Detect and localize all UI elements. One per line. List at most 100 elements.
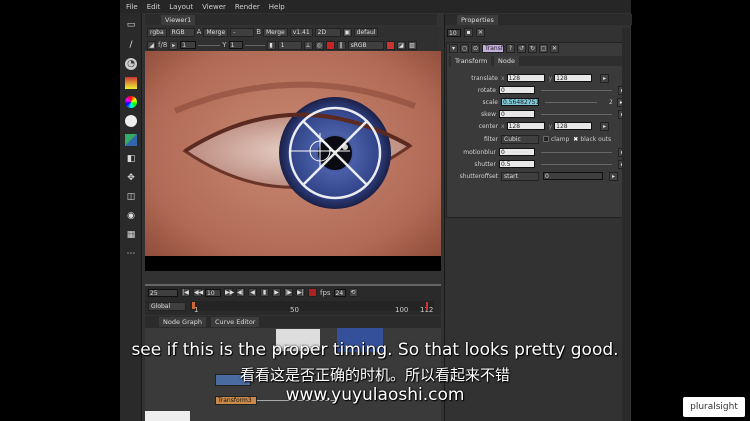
rgb-select[interactable]: RGB [168, 27, 195, 37]
proxy-icon[interactable]: ⟂ [303, 40, 313, 50]
input-a-select[interactable]: Merge [203, 27, 229, 37]
channel-select[interactable]: rgba [147, 27, 167, 37]
max-panels-input[interactable]: 10 [447, 28, 461, 37]
motionblur-slider[interactable] [541, 151, 613, 153]
skew-input[interactable]: 0 [498, 110, 536, 118]
collapse-icon[interactable]: ▾ [449, 44, 458, 53]
last-frame-icon[interactable]: ▶| [296, 288, 305, 297]
shutteroffset-anim-icon[interactable]: ▸ [609, 171, 618, 181]
menu-layout[interactable]: Layout [169, 3, 193, 11]
other-icon[interactable]: ⋯ [125, 248, 137, 260]
close-panel-icon[interactable]: ✕ [550, 44, 559, 53]
rotate-input[interactable]: 0 [498, 86, 536, 94]
out-marker[interactable] [426, 302, 428, 310]
shutter-input[interactable]: 0.5 [498, 160, 536, 168]
mode-select[interactable]: - [230, 27, 255, 37]
menu-edit[interactable]: Edit [147, 3, 161, 11]
view-icon[interactable]: ◉ [125, 210, 137, 222]
forward-step-icon[interactable]: ▶▶ [224, 288, 234, 297]
pin-icon[interactable]: ⊙ [471, 44, 480, 53]
shutteroffset-input[interactable]: 0 [543, 172, 603, 180]
lock-icon[interactable]: ▪ [464, 28, 473, 37]
timeline-scrubber[interactable] [145, 284, 441, 286]
shutter-slider[interactable] [541, 163, 613, 165]
menu-help[interactable]: Help [269, 3, 285, 11]
tab-viewer1[interactable]: Viewer1 [161, 15, 196, 25]
color-wheel-icon[interactable] [125, 96, 137, 108]
properties-scrollbar[interactable] [622, 28, 630, 421]
translate-x-input[interactable]: 128 [506, 74, 545, 82]
merge-icon[interactable]: ◧ [125, 153, 137, 165]
current-frame-input[interactable]: 25 [148, 288, 178, 297]
anim-menu-icon[interactable]: ▸ [600, 73, 610, 83]
viewer-node-thumb[interactable] [145, 411, 190, 421]
first-frame-icon[interactable]: |◀ [181, 288, 190, 297]
frame-icon[interactable]: ▮ [266, 40, 276, 50]
menu-render[interactable]: Render [235, 3, 260, 11]
back-step-icon[interactable]: ◀◀ [193, 288, 203, 297]
tab-node-graph[interactable]: Node Graph [159, 317, 206, 327]
gain-slider[interactable] [198, 44, 221, 46]
menu-file[interactable]: File [126, 3, 138, 11]
prev-key-icon[interactable]: ◀| [236, 288, 245, 297]
rotate-slider[interactable] [541, 89, 613, 91]
colorspace-select[interactable]: sRGB [347, 40, 384, 50]
clip-warn-icon[interactable] [385, 40, 395, 50]
checker-icon[interactable]: ▨ [407, 40, 417, 50]
keyer-icon[interactable] [125, 134, 137, 146]
gamma-input[interactable]: 1 [228, 41, 243, 49]
node-color-icon[interactable]: ○ [460, 44, 469, 53]
center-x-input[interactable]: 128 [506, 122, 545, 130]
lut-select[interactable]: defaul [353, 27, 379, 37]
motionblur-input[interactable]: 0 [498, 148, 536, 156]
paint-brush-icon[interactable]: / [125, 39, 137, 51]
3d-icon[interactable]: ◫ [125, 191, 137, 203]
tab-transform[interactable]: Transform [451, 56, 492, 66]
tab-node[interactable]: Node [494, 56, 519, 66]
node-name-field[interactable]: Transform3 [482, 44, 519, 53]
help-icon[interactable]: ? [506, 44, 515, 53]
loop-icon[interactable]: ⟲ [348, 288, 358, 297]
image-tool-icon[interactable]: ▭ [125, 19, 137, 31]
tab-curve-editor[interactable]: Curve Editor [211, 317, 260, 327]
view-mode-select[interactable]: 2D [314, 27, 341, 37]
gamma-slider[interactable] [244, 44, 265, 46]
input-b-select[interactable]: Merge [263, 27, 288, 37]
center-y-input[interactable]: 128 [554, 122, 593, 130]
clamp-checkbox[interactable] [543, 136, 549, 142]
pause-icon[interactable]: ‖ [336, 40, 346, 50]
gain-icon[interactable]: ◢ [147, 40, 156, 50]
float-icon[interactable]: ▢ [539, 44, 548, 53]
wipe-icon[interactable]: ◪ [396, 40, 406, 50]
fstop-input[interactable]: 1 [180, 41, 197, 49]
filter-icon[interactable] [125, 115, 137, 127]
viewer-canvas[interactable] [145, 51, 441, 271]
fstop-arrow-icon[interactable]: ▸ [169, 40, 179, 50]
clear-icon[interactable]: ✕ [476, 28, 485, 37]
tab-properties[interactable]: Properties [457, 15, 498, 25]
translate-y-input[interactable]: 128 [554, 74, 593, 82]
scale-extra[interactable]: 2 [609, 99, 613, 106]
menu-viewer[interactable]: Viewer [202, 3, 226, 11]
record-timeline-icon[interactable] [308, 288, 317, 297]
skew-slider[interactable] [541, 113, 613, 115]
black-outside-checkbox[interactable]: ✖ [573, 136, 578, 143]
center-anim-icon[interactable]: ▸ [600, 121, 610, 131]
record-icon[interactable] [325, 40, 335, 50]
time-clock-icon[interactable]: ◔ [125, 58, 137, 70]
step-input[interactable]: 10 [205, 288, 221, 297]
metadata-icon[interactable]: ▦ [125, 229, 137, 241]
redo-icon[interactable]: ↻ [528, 44, 537, 53]
scale-slider[interactable] [545, 101, 597, 103]
channel-icon[interactable] [125, 77, 137, 89]
play-back-icon[interactable]: ◀ [248, 288, 257, 297]
undo-icon[interactable]: ↺ [517, 44, 526, 53]
next-key-icon[interactable]: |▶ [284, 288, 293, 297]
filter-select[interactable]: Cubic [501, 134, 539, 144]
lut-icon[interactable]: ▣ [342, 27, 352, 37]
stop-icon[interactable]: ▮ [260, 288, 269, 297]
play-icon[interactable]: ▶ [272, 288, 281, 297]
transform-icon[interactable]: ✥ [125, 172, 137, 184]
range-select[interactable]: Global [148, 301, 186, 311]
shutteroffset-select[interactable]: start [501, 171, 539, 181]
